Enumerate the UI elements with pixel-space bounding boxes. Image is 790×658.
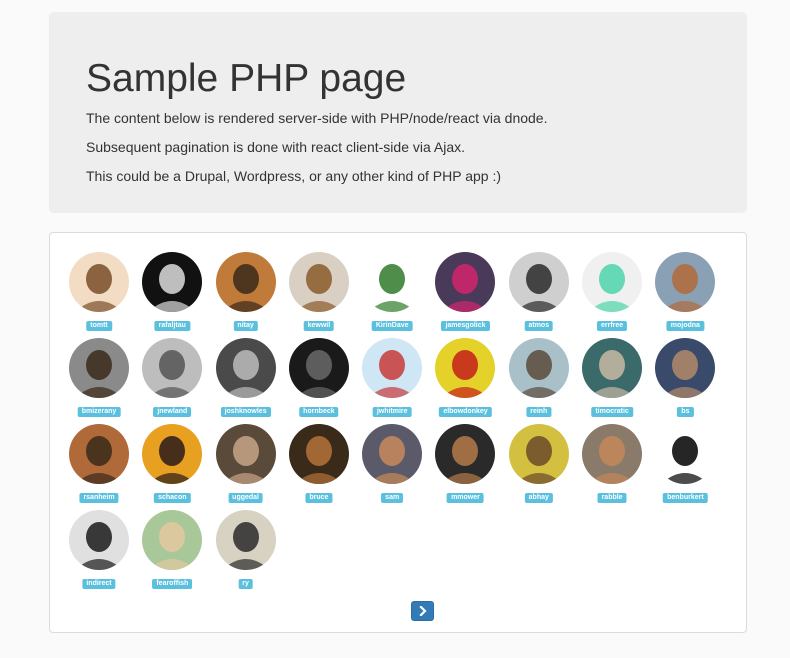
user-card[interactable]: abhay — [508, 424, 582, 510]
avatar[interactable] — [508, 252, 569, 312]
username-badge[interactable]: reinh — [526, 407, 552, 417]
username-badge[interactable]: jamesgolick — [441, 321, 490, 331]
username-badge[interactable]: bs — [677, 407, 694, 417]
user-card[interactable]: fearoffish — [142, 510, 215, 596]
avatar[interactable] — [655, 252, 716, 312]
avatar[interactable] — [288, 338, 349, 398]
user-card[interactable]: elbowdonkey — [435, 338, 508, 424]
avatar[interactable] — [142, 510, 203, 570]
avatar[interactable] — [142, 252, 203, 312]
user-card[interactable]: bs — [655, 338, 728, 424]
user-card[interactable]: ry — [215, 510, 289, 596]
user-card[interactable]: jamesgolick — [435, 252, 508, 338]
avatar[interactable] — [288, 424, 349, 484]
avatar[interactable] — [215, 338, 276, 398]
username-badge[interactable]: nitay — [233, 321, 258, 331]
user-card[interactable]: schacon — [142, 424, 215, 510]
user-card[interactable]: jnewland — [142, 338, 215, 424]
username-badge[interactable]: KirinDave — [371, 321, 413, 331]
intro-line-2: Subsequent pagination is done with react… — [86, 139, 466, 155]
avatar[interactable] — [69, 510, 129, 570]
username-badge[interactable]: errfree — [596, 321, 628, 331]
user-card[interactable]: kewwil — [288, 252, 362, 338]
username-badge[interactable]: bruce — [305, 493, 333, 503]
username-badge[interactable]: jwhitmire — [372, 407, 412, 417]
avatar[interactable] — [655, 424, 716, 484]
avatar[interactable] — [215, 424, 276, 484]
avatar[interactable] — [69, 424, 129, 484]
username-badge[interactable]: mojodna — [666, 321, 704, 331]
username-badge[interactable]: benburkert — [663, 493, 708, 503]
avatar[interactable] — [215, 252, 276, 312]
page-title: Sample PHP page — [86, 57, 407, 100]
username-badge[interactable]: jnewland — [153, 407, 192, 417]
user-card[interactable]: uggedal — [215, 424, 289, 510]
username-badge[interactable]: joshknowles — [220, 407, 271, 417]
username-badge[interactable]: mmower — [447, 493, 484, 503]
username-badge[interactable]: bmizerany — [77, 407, 121, 417]
username-badge[interactable]: sam — [381, 493, 404, 503]
avatar[interactable] — [655, 338, 716, 398]
user-card[interactable]: sam — [362, 424, 435, 510]
user-card[interactable]: benburkert — [655, 424, 728, 510]
avatar[interactable] — [69, 338, 129, 398]
avatar[interactable] — [435, 252, 496, 312]
avatar[interactable] — [362, 338, 423, 398]
username-badge[interactable]: uggedal — [228, 493, 264, 503]
username-badge[interactable]: tomtt — [86, 321, 112, 331]
user-card[interactable]: joshknowles — [215, 338, 289, 424]
username-badge[interactable]: hornbeck — [299, 407, 339, 417]
avatar[interactable] — [582, 424, 643, 484]
intro-line-1: The content below is rendered server-sid… — [86, 110, 548, 126]
user-card[interactable]: bruce — [288, 424, 362, 510]
user-card[interactable]: atmos — [508, 252, 582, 338]
user-card[interactable]: mojodna — [655, 252, 728, 338]
avatar[interactable] — [508, 338, 569, 398]
user-panel: tomtt rafaljtau nitay kewwil KirinDave jamesg… — [49, 232, 747, 633]
user-card[interactable]: rsanheim — [69, 424, 142, 510]
username-badge[interactable]: timocratic — [591, 407, 633, 417]
avatar[interactable] — [435, 424, 496, 484]
username-badge[interactable]: ry — [238, 579, 253, 589]
user-card[interactable]: mmower — [435, 424, 508, 510]
username-badge[interactable]: atmos — [524, 321, 554, 331]
avatar[interactable] — [362, 424, 423, 484]
user-card[interactable]: reinh — [508, 338, 582, 424]
username-badge[interactable]: rabble — [597, 493, 627, 503]
avatar[interactable] — [508, 424, 569, 484]
username-badge[interactable]: abhay — [524, 493, 553, 503]
username-badge[interactable]: fearoffish — [152, 579, 193, 589]
user-grid: tomtt rafaljtau nitay kewwil KirinDave jamesg… — [69, 252, 729, 596]
user-card[interactable]: nitay — [215, 252, 289, 338]
user-card[interactable]: errfree — [582, 252, 655, 338]
avatar[interactable] — [362, 252, 423, 312]
user-card[interactable]: rafaljtau — [142, 252, 215, 338]
user-card[interactable]: KirinDave — [362, 252, 435, 338]
username-badge[interactable]: rafaljtau — [154, 321, 190, 331]
username-badge[interactable]: indirect — [82, 579, 116, 589]
next-page-button[interactable] — [411, 601, 434, 621]
avatar[interactable] — [215, 510, 276, 570]
jumbotron: Sample PHP page The content below is ren… — [49, 12, 747, 213]
avatar[interactable] — [582, 338, 643, 398]
avatar[interactable] — [142, 338, 203, 398]
user-card[interactable]: jwhitmire — [362, 338, 435, 424]
user-card[interactable]: tomtt — [69, 252, 142, 338]
user-card[interactable]: indirect — [69, 510, 142, 596]
username-badge[interactable]: kewwil — [303, 321, 335, 331]
avatar[interactable] — [582, 252, 643, 312]
avatar[interactable] — [69, 252, 129, 312]
avatar[interactable] — [435, 338, 496, 398]
chevron-right-icon — [418, 606, 427, 616]
intro-line-3: This could be a Drupal, Wordpress, or an… — [86, 168, 502, 184]
user-card[interactable]: bmizerany — [69, 338, 142, 424]
username-badge[interactable]: elbowdonkey — [439, 407, 492, 417]
user-card[interactable]: hornbeck — [288, 338, 362, 424]
avatar[interactable] — [288, 252, 349, 312]
user-card[interactable]: timocratic — [582, 338, 655, 424]
user-card[interactable]: rabble — [582, 424, 655, 510]
username-badge[interactable]: rsanheim — [79, 493, 119, 503]
username-badge[interactable]: schacon — [154, 493, 191, 503]
avatar[interactable] — [142, 424, 203, 484]
